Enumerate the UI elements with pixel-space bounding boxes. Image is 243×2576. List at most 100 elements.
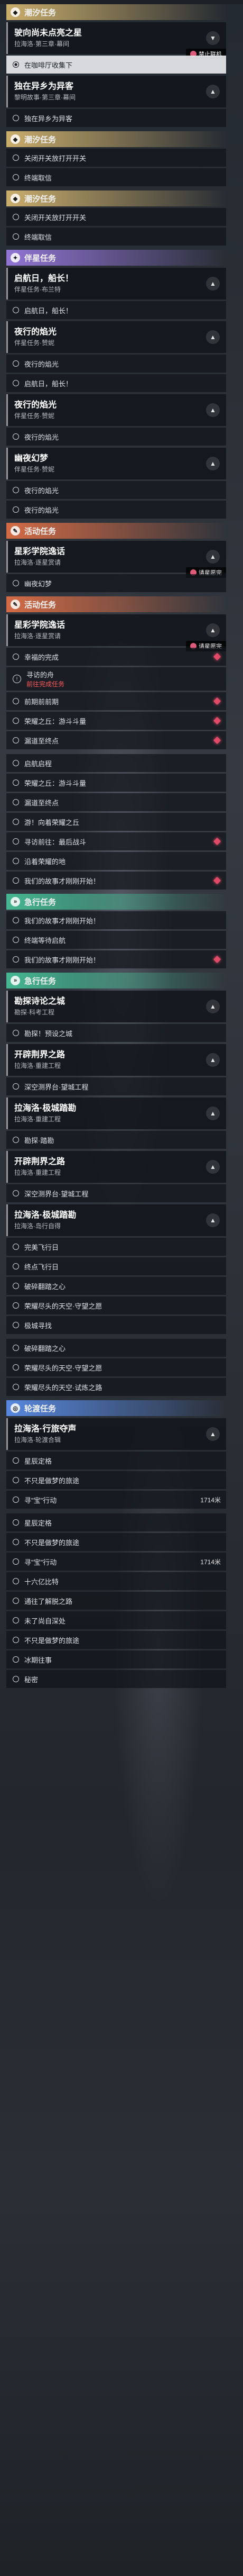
quest-step[interactable]: 我们的故事才刚刚开始！ bbox=[6, 911, 226, 929]
expand-toggle-icon[interactable]: ▼ bbox=[206, 31, 220, 45]
quest-card[interactable]: 勘探诗论之城 勘探·科考工程 ▲ bbox=[6, 991, 226, 1022]
quest-step[interactable]: 终端等待启航 bbox=[6, 931, 226, 949]
quest-step-label: 破碎翻踏之心 bbox=[24, 1282, 66, 1291]
quest-step[interactable]: 夜行的焰光 bbox=[6, 501, 226, 519]
category-header[interactable]: ✎ 活动任务 bbox=[6, 523, 226, 539]
rapid-icon: » bbox=[11, 976, 20, 985]
category-header[interactable]: ◆ 潮汐任务 bbox=[6, 191, 226, 206]
expand-toggle-icon[interactable]: ▲ bbox=[206, 1000, 220, 1013]
quest-step[interactable]: 荣耀之丘：游斗斗量 bbox=[6, 712, 226, 730]
quest-card[interactable]: 拉海洛·行旅夺声 拉海洛·轮渡合辑 ▲ bbox=[6, 1418, 226, 1450]
category-header[interactable]: ◆ 潮汐任务 bbox=[6, 4, 226, 20]
quest-step[interactable]: 通往了解脱之路 bbox=[6, 1592, 226, 1610]
category-header[interactable]: » 急行任务 bbox=[6, 973, 226, 988]
quest-step[interactable]: 夜行的焰光 bbox=[6, 355, 226, 373]
expand-toggle-icon[interactable]: ▲ bbox=[206, 330, 220, 344]
quest-step[interactable]: 启航启程 bbox=[6, 754, 226, 772]
quest-card[interactable]: 星彩学院逸话 拉海洛·逐星赏请 ▲ 请星愿完 bbox=[6, 614, 226, 651]
quest-step[interactable]: 夜行的焰光 bbox=[6, 481, 226, 499]
quest-step-label: 不只是做梦的旅途 bbox=[24, 1538, 80, 1547]
quest-step[interactable]: 未了尚自深处 bbox=[6, 1611, 226, 1629]
quest-card[interactable]: 开辟荆界之路 拉海洛·重建工程 ▲ bbox=[6, 1151, 226, 1183]
radio-icon bbox=[13, 1384, 19, 1390]
quest-step-label: 关闭开关放打开开关 bbox=[24, 213, 87, 222]
expand-toggle-icon[interactable]: ▲ bbox=[206, 457, 220, 470]
expand-toggle-icon[interactable]: ▲ bbox=[206, 1427, 220, 1441]
quest-step[interactable]: 不只是做梦的旅途 bbox=[6, 1471, 226, 1489]
expand-toggle-icon[interactable]: ▲ bbox=[206, 403, 220, 417]
quest-step[interactable]: 寻"宝"行动 1714米 bbox=[6, 1553, 226, 1571]
quest-card[interactable]: 启航日，船长！ 伴星任务·布兰特 ▲ bbox=[6, 268, 226, 300]
quest-step[interactable]: 幸福的完成 bbox=[6, 648, 226, 666]
quest-step[interactable]: 冰期往事 bbox=[6, 1650, 226, 1668]
quest-card[interactable]: 幽夜幻梦 伴星任务·赞妮 ▲ bbox=[6, 448, 226, 479]
quest-step[interactable]: 十六亿比特 bbox=[6, 1572, 226, 1590]
quest-card[interactable]: 驶向尚未点亮之星 拉海洛·第三章·幕间 ▼ 禁止联机 bbox=[6, 22, 226, 59]
radio-icon bbox=[13, 1519, 19, 1526]
expand-toggle-icon[interactable]: ▲ bbox=[206, 85, 220, 98]
quest-card[interactable]: 拉海洛·极城踏勘 拉海洛·岛行自得 ▲ bbox=[6, 1204, 226, 1236]
expand-toggle-icon[interactable]: ▲ bbox=[206, 1106, 220, 1120]
quest-card[interactable]: 夜行的焰光 伴星任务·赞妮 ▲ bbox=[6, 321, 226, 353]
quest-step[interactable]: 勘探！预设之城 bbox=[6, 1024, 226, 1042]
expand-toggle-icon[interactable]: ▲ bbox=[206, 623, 220, 637]
quest-step[interactable]: 启航日，船长！ bbox=[6, 374, 226, 392]
radio-icon bbox=[13, 654, 19, 660]
quest-step[interactable]: 独在异乡为异客 bbox=[6, 109, 226, 127]
quest-step[interactable]: 游！向着荣耀之丘 bbox=[6, 813, 226, 831]
quest-step[interactable]: 深空测界台·望城工程 bbox=[6, 1184, 226, 1202]
quest-step[interactable]: 我们的故事才刚刚开始！ bbox=[6, 950, 226, 968]
category-header[interactable]: ✎ 活动任务 bbox=[6, 596, 226, 612]
quest-step[interactable]: 夜行的焰光 bbox=[6, 428, 226, 446]
quest-step[interactable]: 漏道至终点 bbox=[6, 793, 226, 811]
quest-step[interactable]: 荣耀尽头的天空·守望之愿 bbox=[6, 1358, 226, 1376]
quest-step[interactable]: 终点飞行日 bbox=[6, 1257, 226, 1275]
quest-step[interactable]: 启航日，船长！ bbox=[6, 301, 226, 319]
quest-step[interactable]: 极城寻找 bbox=[6, 1316, 226, 1334]
quest-step[interactable]: 幽夜幻梦 bbox=[6, 574, 226, 592]
expand-toggle-icon[interactable]: ▲ bbox=[206, 277, 220, 291]
quest-step[interactable]: 荣耀之丘：游斗斗量 bbox=[6, 774, 226, 792]
quest-step[interactable]: 前期前前期 bbox=[6, 692, 226, 710]
expand-toggle-icon[interactable]: ▲ bbox=[206, 1213, 220, 1227]
category-header[interactable]: ◎ 轮渡任务 bbox=[6, 1400, 226, 1416]
quest-step[interactable]: 不只是做梦的旅途 bbox=[6, 1533, 226, 1551]
quest-step[interactable]: 沿着荣耀的地 bbox=[6, 852, 226, 870]
quest-step[interactable]: 星辰定格 bbox=[6, 1452, 226, 1470]
quest-step[interactable]: 我们的故事才刚刚开始！ bbox=[6, 872, 226, 890]
quest-step[interactable]: 破碎翻踏之心 bbox=[6, 1277, 226, 1295]
category-header[interactable]: » 急行任务 bbox=[6, 894, 226, 910]
quest-step[interactable]: 终端取信 bbox=[6, 168, 226, 186]
quest-step[interactable]: 深空测界台·望城工程 bbox=[6, 1077, 226, 1095]
quest-subtitle: 勘探·科考工程 bbox=[14, 1009, 54, 1016]
quest-card[interactable]: 独在异乡为异客 黎明故事·第三章·幕间 ▲ bbox=[6, 76, 226, 107]
quest-step[interactable]: 不只是做梦的旅途 bbox=[6, 1631, 226, 1649]
quest-step[interactable]: 完美飞行日 bbox=[6, 1238, 226, 1256]
quest-step[interactable]: 秘密 bbox=[6, 1670, 226, 1688]
quest-card[interactable]: 开辟荆界之路 拉海洛·重建工程 ▲ bbox=[6, 1044, 226, 1076]
quest-step[interactable]: 寻访前往：最后战斗 bbox=[6, 832, 226, 850]
quest-step[interactable]: 终端取信 bbox=[6, 228, 226, 246]
quest-title: 开辟荆界之路 bbox=[14, 1157, 66, 1166]
expand-toggle-icon[interactable]: ▲ bbox=[206, 1053, 220, 1067]
expand-toggle-icon[interactable]: ▲ bbox=[206, 550, 220, 564]
list-gap bbox=[6, 1334, 226, 1337]
quest-step[interactable]: 在咖啡厅收集下 bbox=[6, 56, 226, 74]
quest-card[interactable]: 星彩学院逸话 拉海洛·逐星赏请 ▲ 请星愿完 bbox=[6, 541, 226, 578]
waypoint-marker-icon bbox=[213, 955, 221, 964]
quest-step[interactable]: 荣耀尽头的天空·试炼之路 bbox=[6, 1378, 226, 1396]
quest-step[interactable]: 荣耀尽头的天空·守望之愿 bbox=[6, 1296, 226, 1314]
quest-card[interactable]: 拉海洛·极城踏勘 拉海洛·重建工程 ▲ bbox=[6, 1097, 226, 1129]
category-header[interactable]: ◆ 潮汐任务 bbox=[6, 131, 226, 147]
quest-step[interactable]: 寻"宝"行动 1714米 bbox=[6, 1491, 226, 1509]
quest-step[interactable]: 勘探·踏勘 bbox=[6, 1131, 226, 1149]
expand-toggle-icon[interactable]: ▲ bbox=[206, 1160, 220, 1174]
quest-step[interactable]: 破碎翻踏之心 bbox=[6, 1339, 226, 1357]
quest-step[interactable]: 星辰定格 bbox=[6, 1513, 226, 1531]
quest-step-alert[interactable]: ! 寻访的舟 前往完成任务 bbox=[6, 667, 226, 691]
quest-step[interactable]: 漏道至终点 bbox=[6, 731, 226, 749]
quest-step[interactable]: 关闭开关放打开开关 bbox=[6, 149, 226, 167]
quest-card[interactable]: 夜行的焰光 伴星任务·赞妮 ▲ bbox=[6, 394, 226, 426]
category-header[interactable]: ✦ 伴星任务 bbox=[6, 250, 226, 266]
quest-step[interactable]: 关闭开关放打开开关 bbox=[6, 208, 226, 226]
